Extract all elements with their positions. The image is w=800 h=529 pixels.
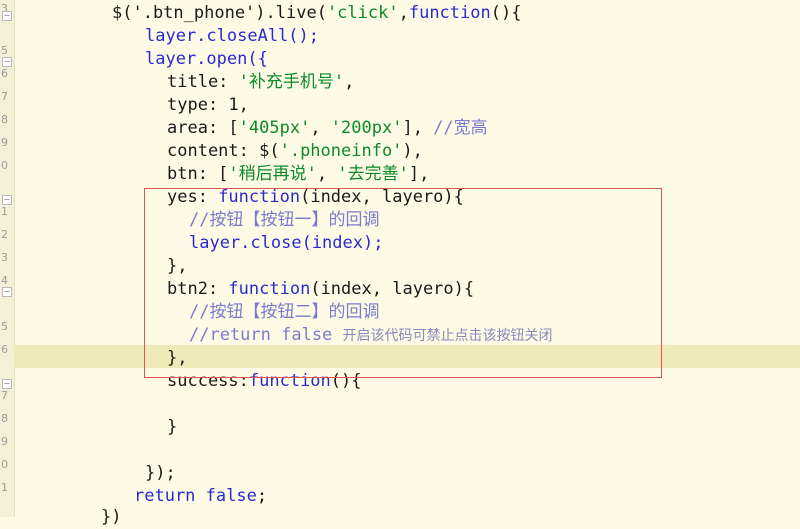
fold-toggle-icon[interactable]: − (2, 57, 12, 67)
fold-toggle-icon[interactable]: − (2, 287, 12, 297)
code-line[interactable]: } (167, 416, 177, 439)
fold-toggle-icon[interactable]: − (2, 11, 12, 21)
line-number: 5 (1, 320, 8, 333)
line-number: 6 (1, 343, 8, 356)
line-number: 8 (1, 412, 8, 425)
code-line[interactable]: btn: ['稍后再说', '去完善'], (167, 163, 429, 186)
line-number-gutter: 3 5 6 7 8 9 0 1 2 3 4 5 6 7 8 9 0 1 − − … (0, 0, 15, 517)
code-line[interactable]: return false; (134, 485, 267, 508)
code-line[interactable]: title: '补充手机号', (167, 71, 354, 94)
code-line[interactable]: layer.closeAll(); (145, 25, 319, 48)
code-line[interactable]: }) (101, 506, 121, 529)
line-number: 8 (1, 113, 8, 126)
line-number: 1 (1, 481, 8, 494)
code-line[interactable]: area: ['405px', '200px'], //宽高 (167, 117, 488, 140)
code-line[interactable]: $('.btn_phone').live('click',function(){ (112, 2, 521, 25)
line-number: 9 (1, 435, 8, 448)
line-number: 2 (1, 228, 8, 241)
code-line[interactable]: type: 1, (167, 94, 249, 117)
code-line[interactable]: content: $('.phoneinfo'), (167, 140, 423, 163)
code-line[interactable]: layer.open({ (145, 48, 268, 71)
line-number: 7 (1, 90, 8, 103)
line-number: 0 (1, 159, 8, 172)
line-number: 9 (1, 136, 8, 149)
code-line[interactable]: }); (145, 462, 176, 485)
highlight-annotation-box (144, 188, 662, 378)
line-number: 0 (1, 458, 8, 471)
line-number: 3 (1, 251, 8, 264)
fold-toggle-icon[interactable]: − (2, 379, 12, 389)
code-editor[interactable]: 3 5 6 7 8 9 0 1 2 3 4 5 6 7 8 9 0 1 − − … (0, 0, 800, 527)
fold-toggle-icon[interactable]: − (2, 195, 12, 205)
